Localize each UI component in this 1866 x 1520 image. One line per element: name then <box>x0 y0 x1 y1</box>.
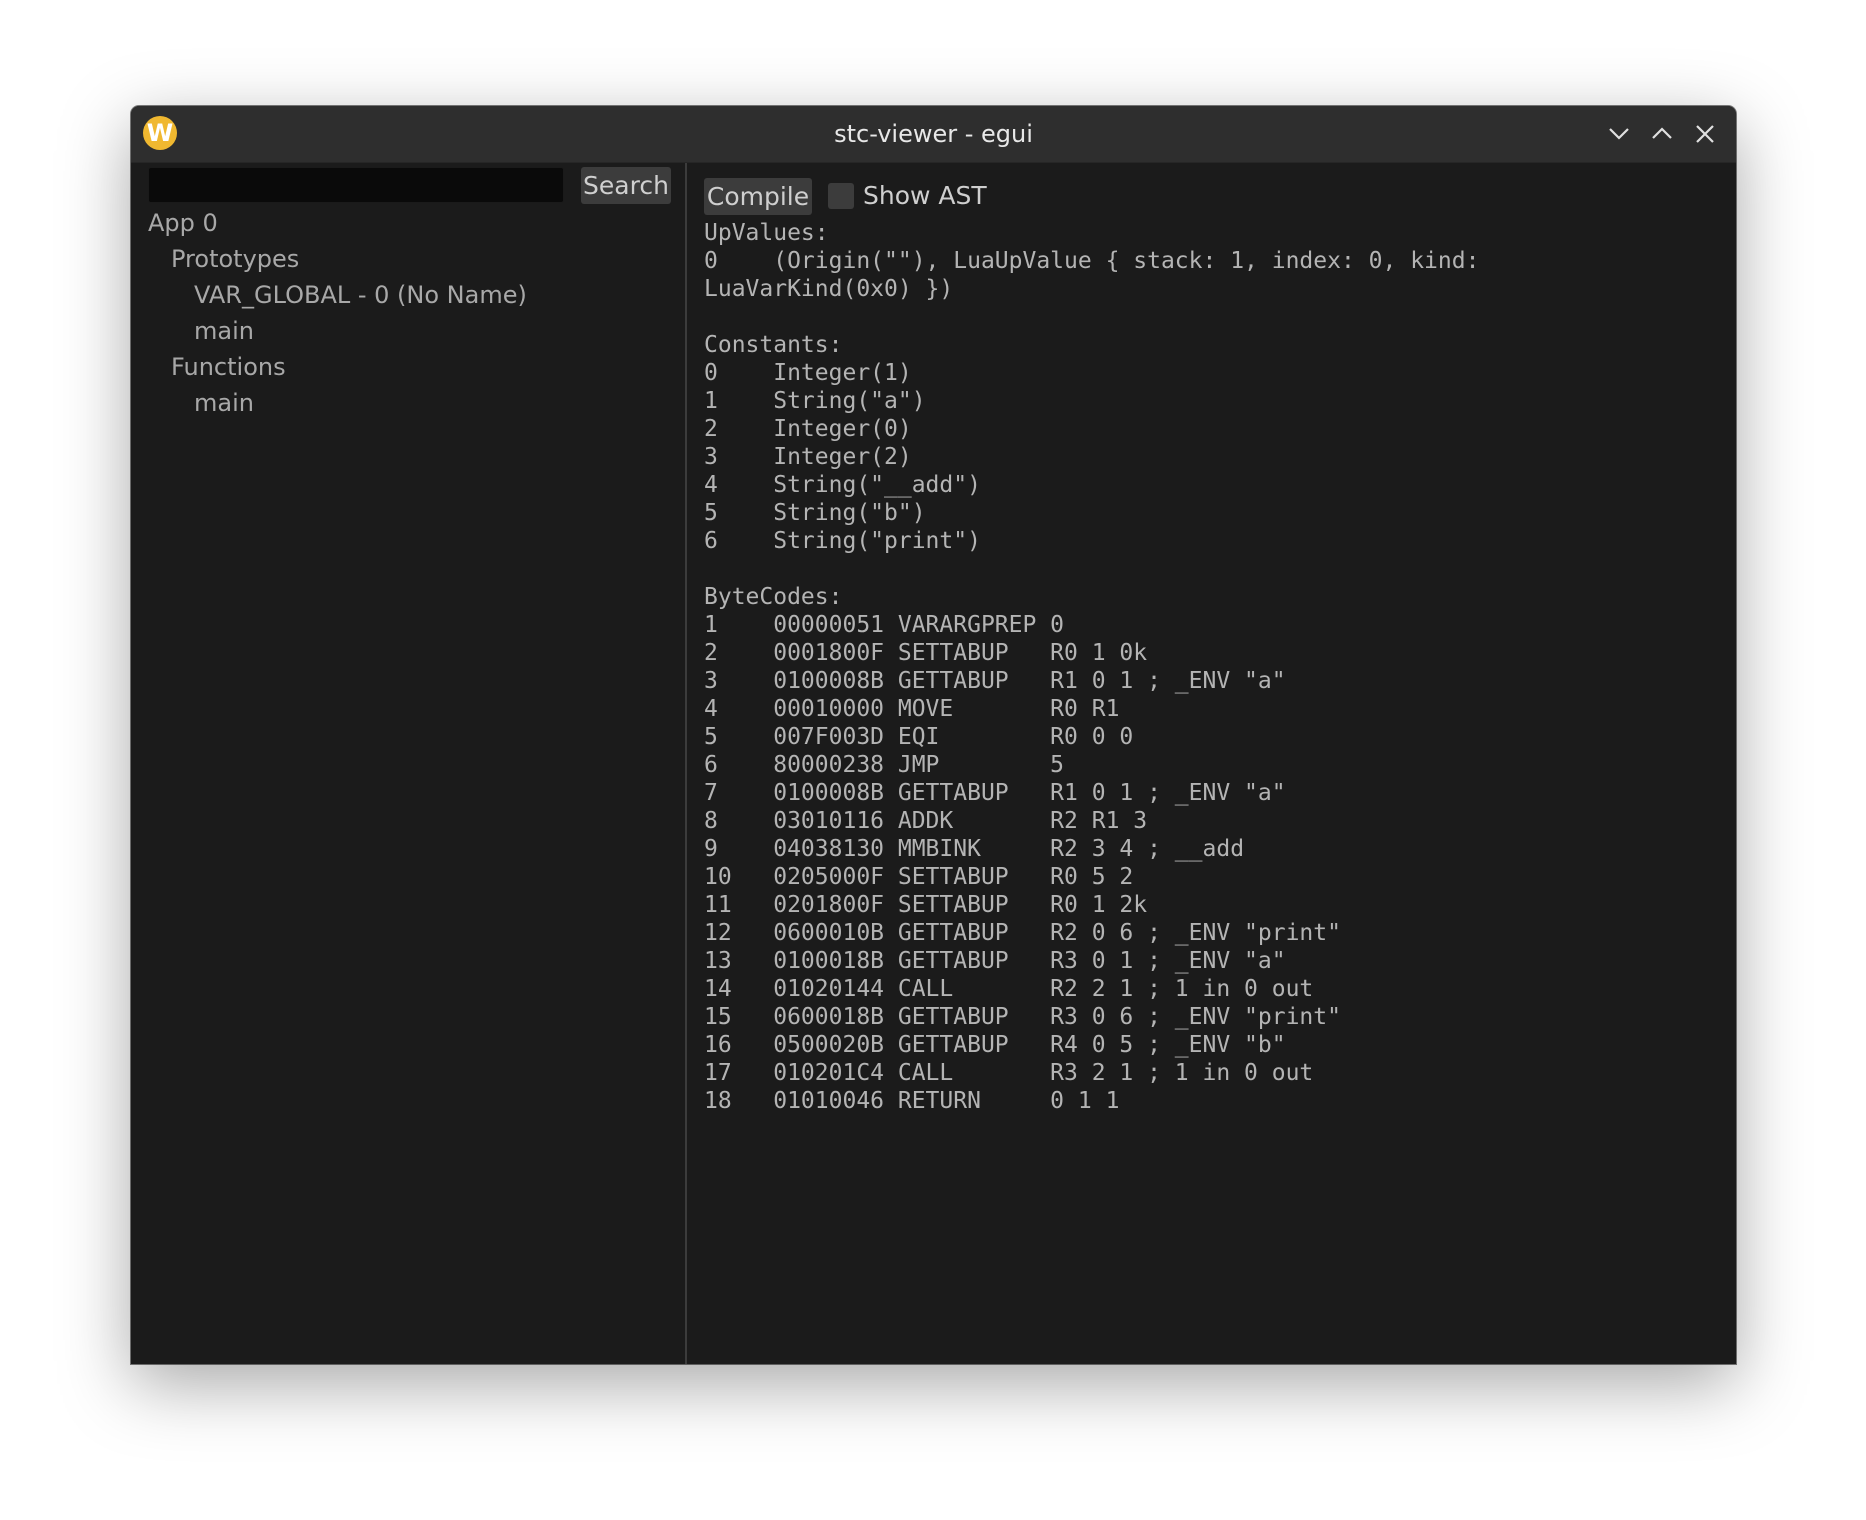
close-icon <box>1696 125 1714 143</box>
main-panel: Compile Show AST UpValues: 0 (Origin("")… <box>687 163 1736 1364</box>
show-ast-label[interactable]: Show AST <box>863 177 987 214</box>
compiler-output: UpValues: 0 (Origin(""), LuaUpValue { st… <box>704 220 1480 1114</box>
tree-item-prototype[interactable]: VAR_GLOBAL - 0 (No Name) <box>194 281 527 309</box>
chevron-up-icon <box>1652 127 1672 139</box>
tree-item-prototypes[interactable]: Prototypes <box>171 245 299 273</box>
app-window: W stc-viewer - egui Search App 0 Prototy… <box>131 106 1736 1364</box>
maximize-button[interactable] <box>1646 118 1678 150</box>
show-ast-checkbox[interactable] <box>828 183 854 209</box>
search-input[interactable] <box>148 167 564 203</box>
compile-button[interactable]: Compile <box>704 178 812 215</box>
tree-item-functions[interactable]: Functions <box>171 353 286 381</box>
window-title: stc-viewer - egui <box>834 120 1033 148</box>
minimize-button[interactable] <box>1603 118 1635 150</box>
chevron-down-icon <box>1609 128 1629 140</box>
window-content: Search App 0 Prototypes VAR_GLOBAL - 0 (… <box>131 163 1736 1364</box>
tree-item-function[interactable]: main <box>194 389 254 417</box>
side-panel: Search App 0 Prototypes VAR_GLOBAL - 0 (… <box>131 163 687 1364</box>
tree-item-app[interactable]: App 0 <box>148 209 218 237</box>
close-button[interactable] <box>1689 118 1721 150</box>
tree-item-prototype[interactable]: main <box>194 317 254 345</box>
title-bar[interactable]: W stc-viewer - egui <box>131 106 1736 163</box>
search-button[interactable]: Search <box>581 167 671 204</box>
